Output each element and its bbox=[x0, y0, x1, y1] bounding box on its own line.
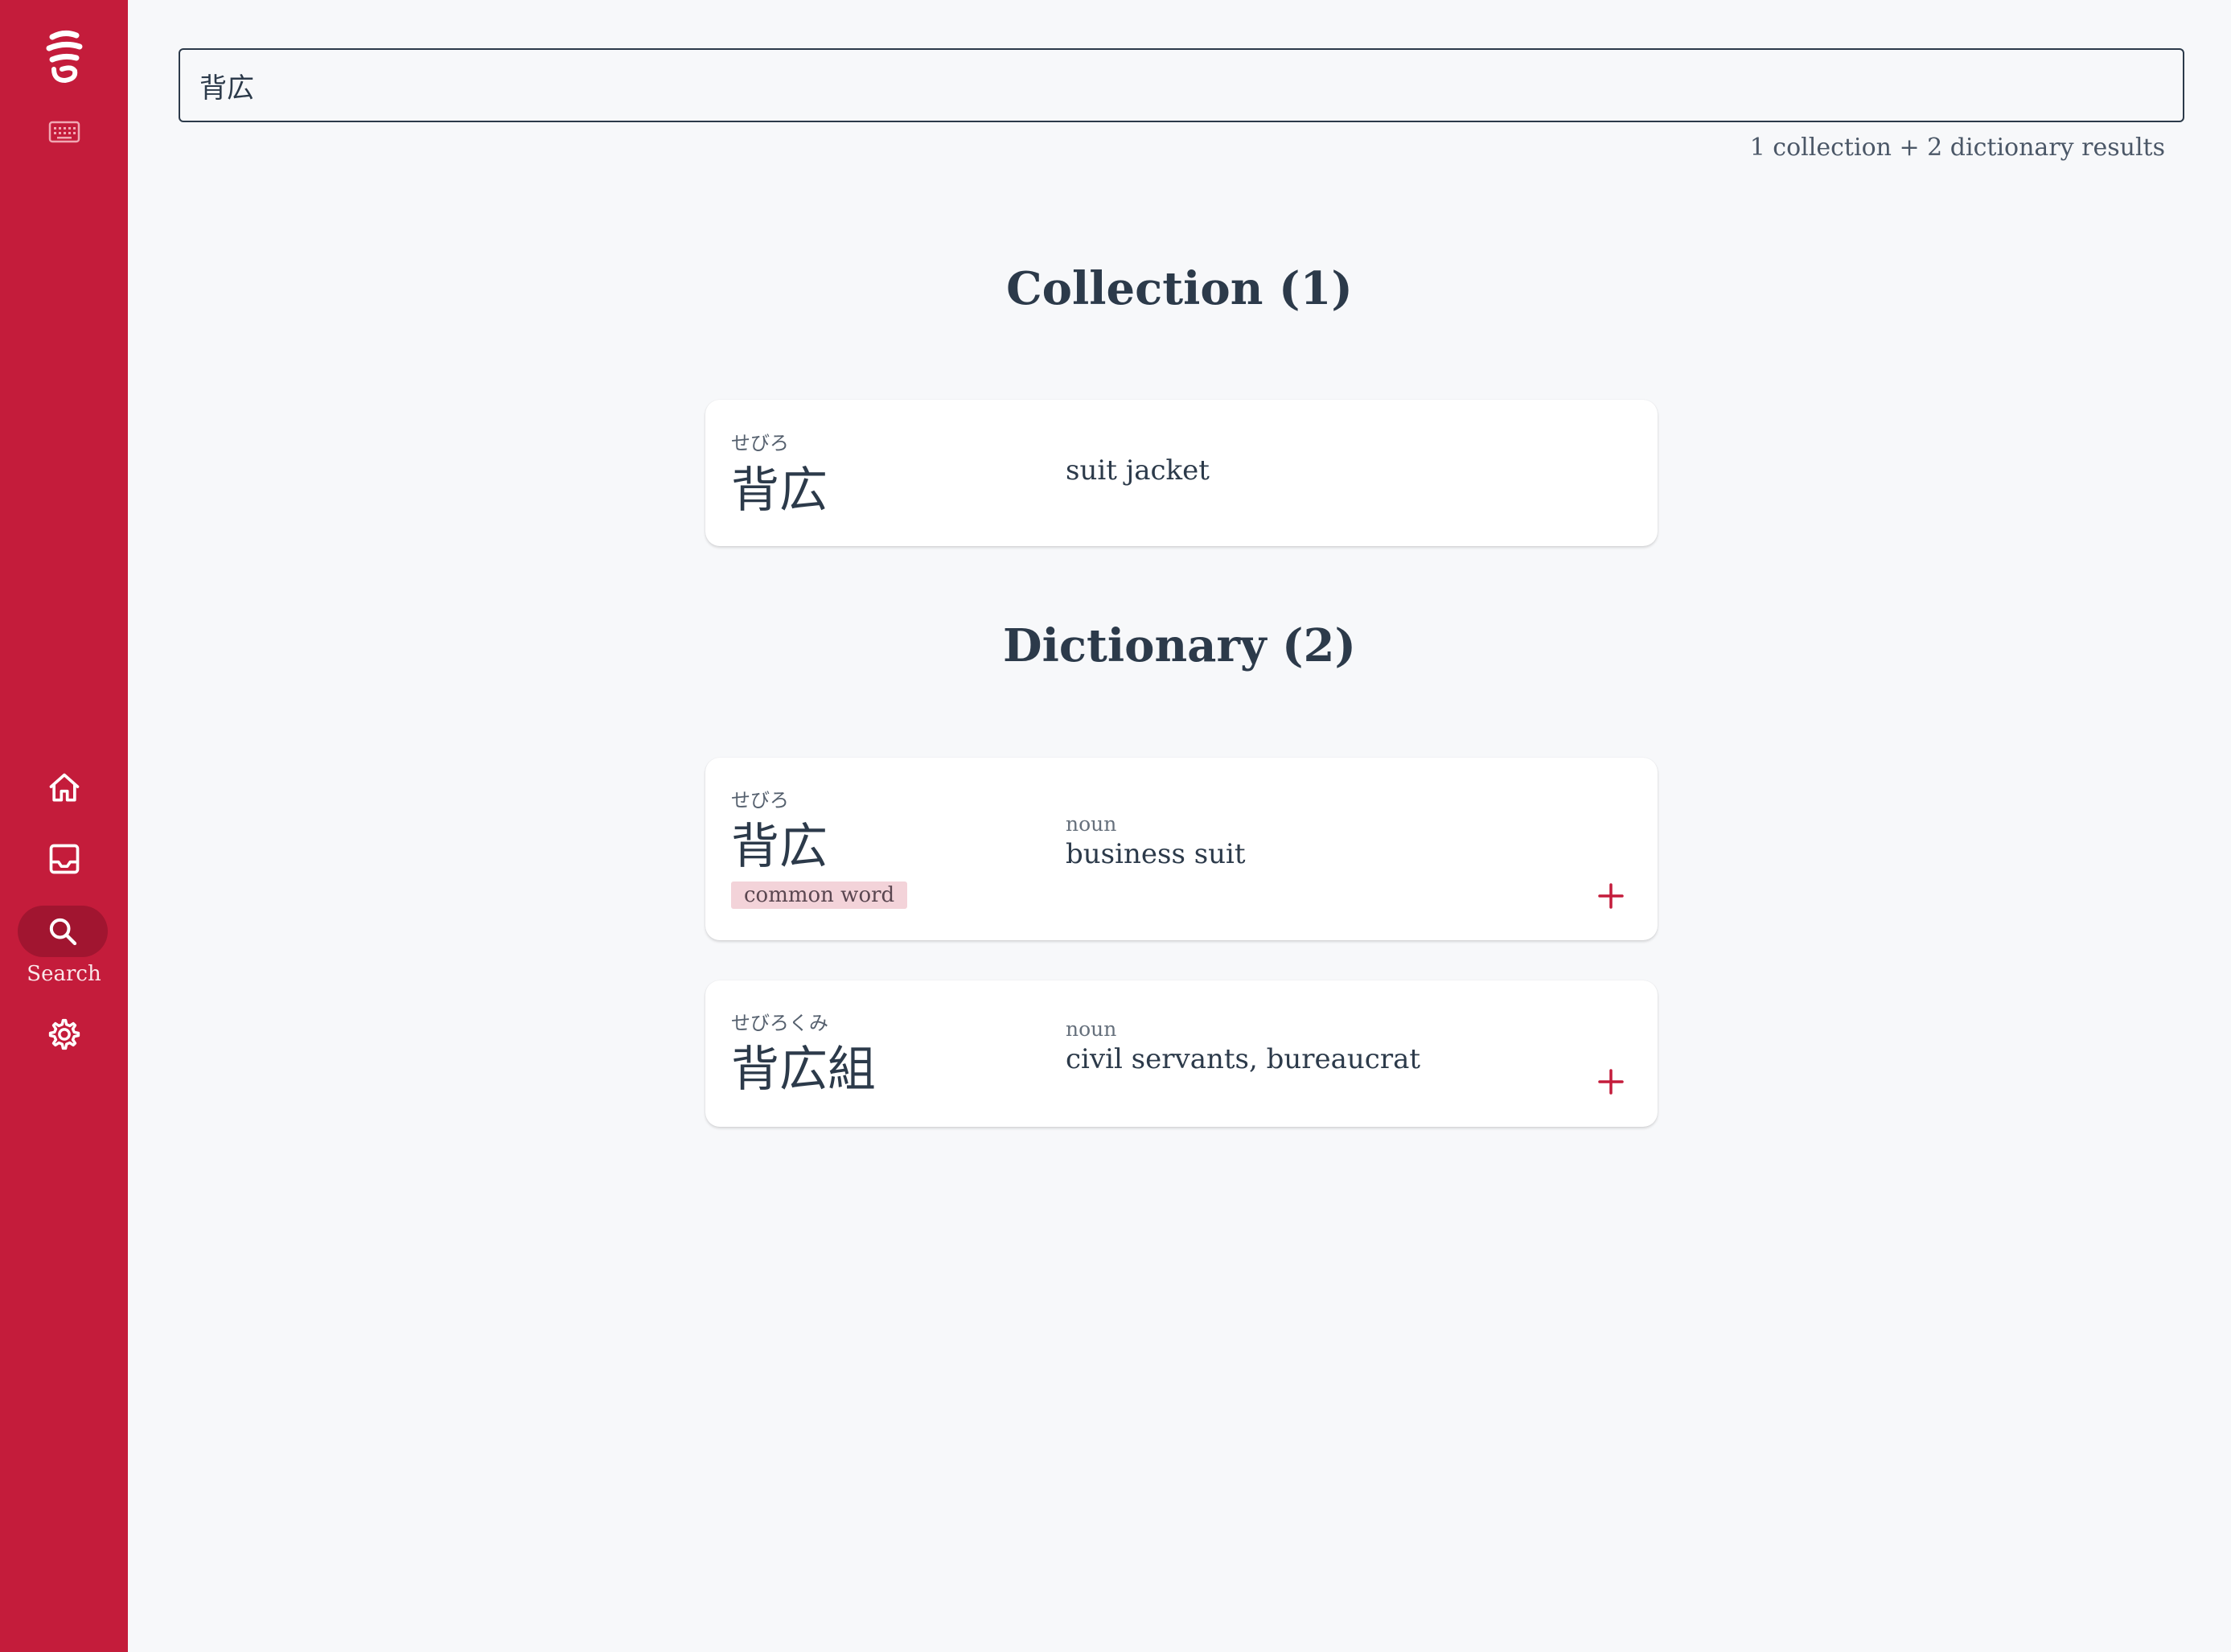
search-nav-label[interactable]: Search bbox=[0, 962, 128, 986]
gloss: civil servants, bureaucrat bbox=[1066, 1043, 1421, 1075]
word: 背広 bbox=[731, 819, 828, 875]
result-summary: 1 collection + 2 dictionary results bbox=[1749, 134, 2165, 162]
part-of-speech: noun bbox=[1066, 812, 1117, 836]
add-to-collection-button[interactable] bbox=[1595, 880, 1627, 912]
plus-icon bbox=[1598, 883, 1624, 909]
add-to-collection-button[interactable] bbox=[1595, 1066, 1627, 1098]
gear-icon[interactable] bbox=[0, 1012, 128, 1057]
gloss: business suit bbox=[1066, 838, 1246, 870]
inbox-icon[interactable] bbox=[0, 836, 128, 881]
dictionary-card[interactable]: せびろくみ 背広組 noun civil servants, bureaucra… bbox=[705, 980, 1658, 1127]
dictionary-card[interactable]: せびろ 背広 common word noun business suit bbox=[705, 758, 1658, 940]
home-icon[interactable] bbox=[0, 766, 128, 811]
search-icon bbox=[49, 918, 77, 946]
part-of-speech: noun bbox=[1066, 1017, 1117, 1041]
dictionary-heading: Dictionary (2) bbox=[1003, 619, 1356, 672]
word: 背広 bbox=[731, 462, 828, 519]
plus-icon bbox=[1598, 1069, 1624, 1095]
search-input[interactable]: 背広 bbox=[179, 48, 2184, 122]
gloss: suit jacket bbox=[1066, 454, 1210, 487]
search-nav-button[interactable] bbox=[18, 906, 108, 957]
word: 背広組 bbox=[731, 1042, 876, 1098]
collection-card[interactable]: せびろ 背広 suit jacket bbox=[705, 400, 1658, 546]
app-logo-icon[interactable] bbox=[0, 27, 128, 87]
keyboard-icon[interactable] bbox=[0, 114, 128, 150]
collection-heading: Collection (1) bbox=[1006, 262, 1353, 315]
sidebar: Search bbox=[0, 0, 128, 1652]
common-word-badge: common word bbox=[731, 881, 908, 909]
